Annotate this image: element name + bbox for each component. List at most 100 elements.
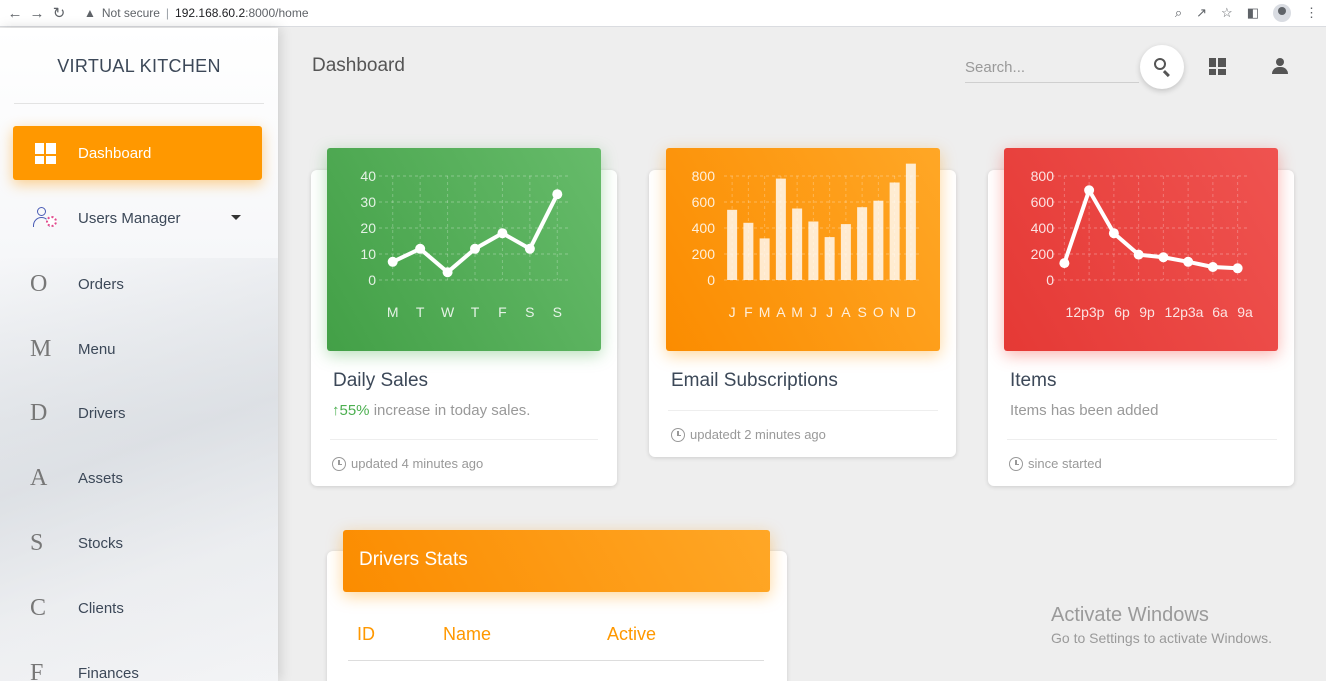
bar[interactable] [792,208,803,281]
x-tick-label: 9a [1237,304,1253,320]
x-tick-label: F [744,304,753,320]
y-tick-label: 400 [1031,220,1055,236]
card-title: Email Subscriptions [671,370,838,391]
sidebar-item-letter: A [30,464,48,491]
y-tick-label: 400 [692,220,716,236]
users-manager-icon [33,206,59,230]
data-point[interactable] [387,256,398,267]
y-tick-label: 10 [360,246,376,262]
sidebar-item-assets[interactable]: A Assets [0,458,278,498]
x-tick-label: A [776,304,786,320]
y-tick-label: 0 [1046,272,1054,288]
email-subscriptions-chart: 0 200 400 600 800 J F M A M J J A S O N D [666,148,940,351]
forward-icon[interactable]: → [26,5,48,22]
y-tick-label: 200 [1031,246,1055,262]
data-point[interactable] [1084,185,1095,196]
y-tick-label: 800 [692,168,716,184]
y-tick-label: 20 [360,220,376,236]
bar[interactable] [857,207,868,280]
sidebar-item-clients[interactable]: C Clients [0,588,278,628]
dashboard-grid-icon[interactable] [1209,58,1226,75]
back-icon[interactable]: ← [4,5,26,22]
profile-icon[interactable] [1273,4,1291,22]
data-point[interactable] [1232,263,1243,274]
bar[interactable] [824,237,835,280]
sidebar-item-drivers[interactable]: D Drivers [0,393,278,433]
x-tick-label: S [857,304,866,320]
sidebar-item-menu[interactable]: M Menu [0,329,278,369]
card-divider [668,410,938,411]
clock-icon [1009,456,1023,471]
sidebar-item-letter: C [30,594,47,621]
sidebar-item-letter: D [30,399,48,426]
card-footer: updatedt 2 minutes ago [671,427,826,442]
y-tick-label: 800 [1031,168,1055,184]
sidebar-item-users-manager[interactable]: Users Manager [0,198,278,238]
clock-icon [332,456,346,471]
data-point[interactable] [1183,256,1194,267]
data-point[interactable] [415,243,426,254]
data-point[interactable] [442,267,453,278]
data-point[interactable] [1158,252,1169,263]
bar[interactable] [775,178,786,280]
column-header-id[interactable]: ID [357,624,375,645]
sidebar-item-stocks[interactable]: S Stocks [0,523,278,563]
data-point[interactable] [1108,228,1119,239]
bar[interactable] [743,222,754,280]
not-secure-label[interactable]: Not secure [102,6,160,20]
card-category: ↑55% increase in today sales. [332,402,530,419]
page-title[interactable]: Dashboard [312,55,405,77]
clock-icon [671,427,685,442]
column-header-name[interactable]: Name [443,624,491,645]
data-point[interactable] [1133,249,1144,260]
sidebar-item-orders[interactable]: O Orders [0,264,278,304]
url-host: 192.168.60.2 [175,6,246,20]
category-text: increase in today sales. [369,402,531,419]
card-category: Items has been added [1010,402,1159,419]
data-point[interactable] [497,228,508,239]
card-footer: updated 4 minutes ago [332,456,483,471]
search-input[interactable] [965,53,1139,83]
footer-text: since started [1028,456,1102,471]
address-bar[interactable]: 192.168.60.2:8000/home [175,6,308,20]
bar[interactable] [873,200,884,280]
data-point[interactable] [552,189,563,200]
url-separator: | [165,6,170,20]
y-tick-label: 600 [692,194,716,210]
data-point[interactable] [524,243,535,254]
bar[interactable] [759,238,770,280]
share-icon[interactable]: ↗ [1196,5,1207,21]
bar[interactable] [840,224,851,280]
warning-icon[interactable]: ▲ [84,6,96,20]
sidebar-item-label: Assets [78,469,124,487]
data-point[interactable] [1059,258,1070,269]
card-footer: since started [1009,456,1102,471]
brand-logo-text[interactable]: VIRTUAL KITCHEN [14,56,264,77]
zoom-icon[interactable]: ⌕ [1175,5,1182,21]
x-tick-label: T [471,304,480,320]
bar[interactable] [727,209,738,280]
sidebar-item-dashboard[interactable]: Dashboard [13,126,262,180]
menu-kebab-icon[interactable]: ⋮ [1305,5,1318,21]
card-divider [330,439,598,440]
sidebar-item-finances[interactable]: F Finances [0,653,278,681]
dashboard-icon [35,142,56,164]
caret-down-icon[interactable] [231,215,241,220]
side-panel-icon[interactable]: ◧ [1247,5,1259,21]
bar[interactable] [889,182,900,281]
data-point[interactable] [470,243,480,254]
sidebar-item-label: Stocks [78,534,124,552]
sidebar-item-label: Orders [78,275,124,293]
search-button[interactable] [1140,45,1184,89]
items-chart: 0 200 400 600 800 12p3p 6p 9p 12p3a 6a 9a [1004,148,1278,351]
footer-text: updated 4 minutes ago [351,456,484,471]
bookmark-star-icon[interactable]: ☆ [1221,5,1233,21]
column-header-active[interactable]: Active [607,624,656,645]
bar[interactable] [905,163,916,280]
person-icon[interactable] [1271,58,1289,74]
data-point[interactable] [1207,262,1218,272]
bar[interactable] [808,221,819,281]
x-tick-label: O [873,304,884,320]
x-tick-label: A [841,304,851,320]
reload-icon[interactable]: ↻ [48,4,70,22]
